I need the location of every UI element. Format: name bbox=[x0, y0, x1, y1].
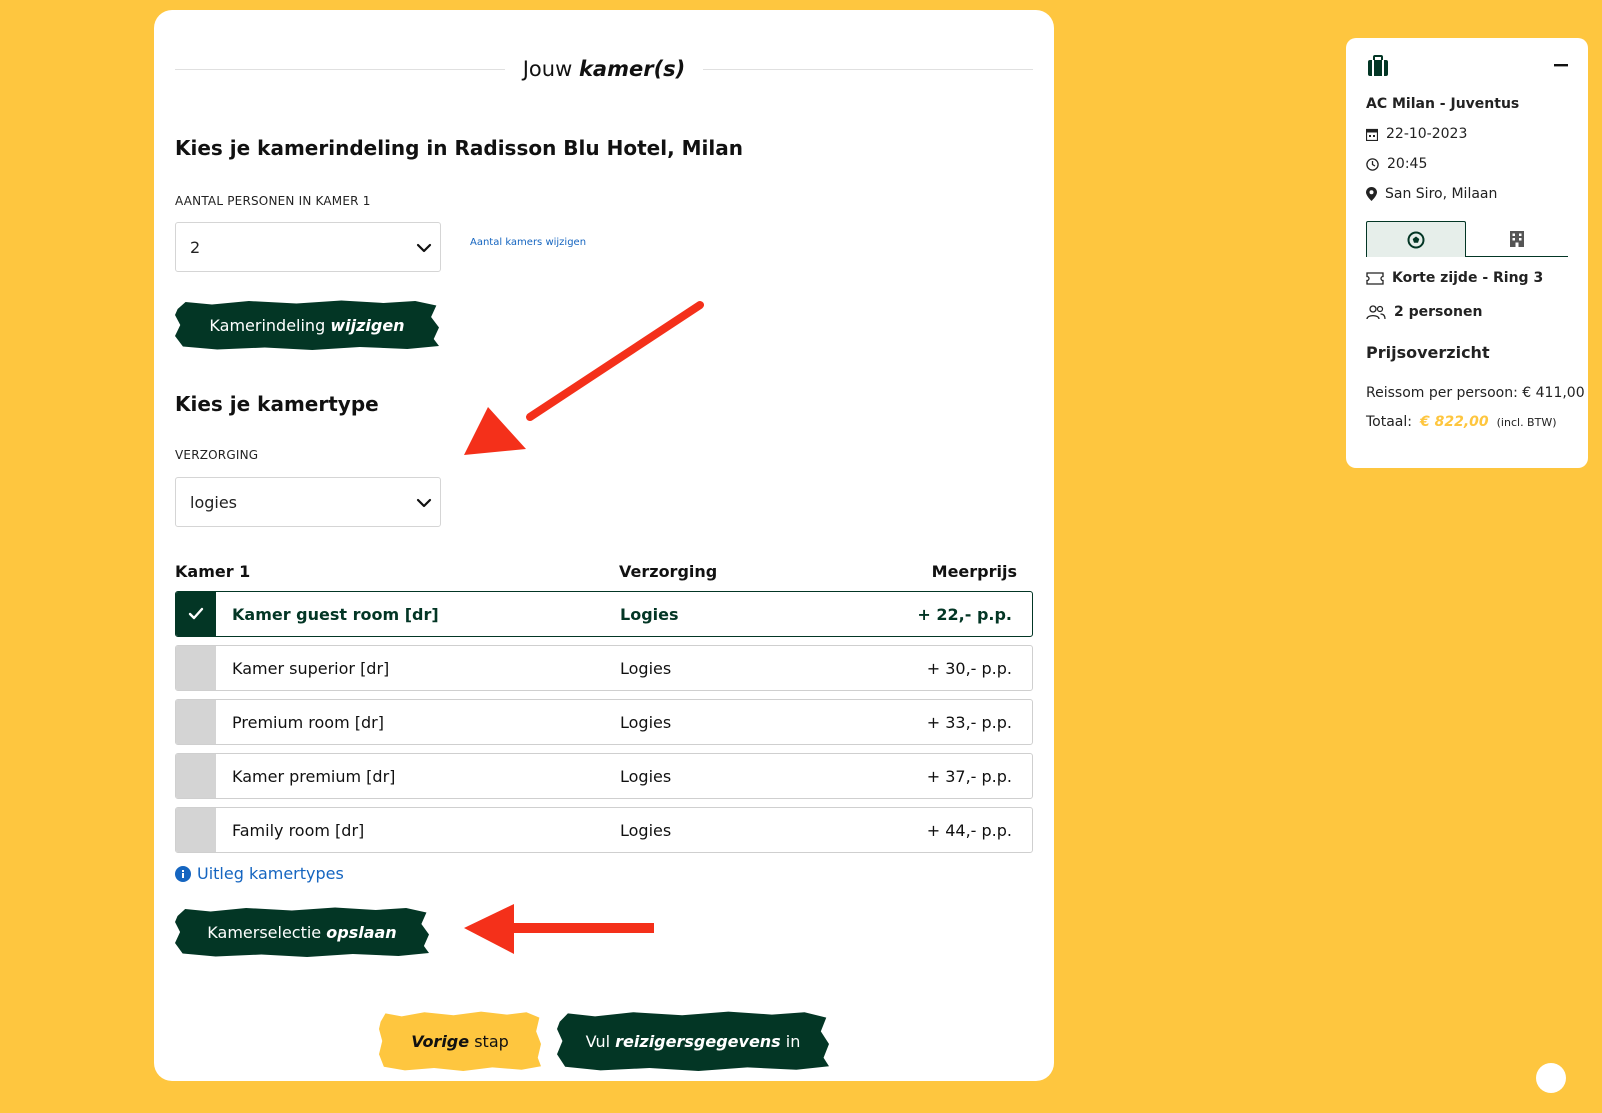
total-value: € 822,00 bbox=[1420, 414, 1489, 430]
summary-tabs bbox=[1366, 221, 1568, 257]
section-title-pre: Jouw bbox=[522, 57, 573, 81]
match-venue: San Siro, Milaan bbox=[1366, 186, 1497, 202]
clock-icon bbox=[1366, 157, 1379, 171]
room-layout-heading: Kies je kamerindeling in Radisson Blu Ho… bbox=[175, 136, 743, 160]
calendar-icon bbox=[1366, 128, 1378, 141]
room-checkbox[interactable] bbox=[176, 754, 216, 798]
room-checkbox[interactable] bbox=[176, 808, 216, 852]
room-selection-card: Jouw kamer(s) Kies je kamerindeling in R… bbox=[154, 10, 1054, 1081]
football-icon bbox=[1407, 231, 1425, 248]
room-name: Kamer superior [dr] bbox=[232, 659, 390, 678]
match-name: AC Milan - Juventus bbox=[1366, 96, 1519, 112]
room-price: + 22,- p.p. bbox=[917, 605, 1012, 624]
total-note: (incl. BTW) bbox=[1496, 415, 1557, 429]
change-layout-em: wijzigen bbox=[330, 315, 405, 335]
next-step-pre: Vul bbox=[585, 1031, 611, 1051]
board-select[interactable]: logies bbox=[175, 477, 441, 527]
price-overview-heading: Prijsoverzicht bbox=[1366, 343, 1490, 362]
room-types-info-text: Uitleg kamertypes bbox=[197, 864, 344, 883]
room-price: + 37,- p.p. bbox=[926, 767, 1012, 786]
match-date-text: 22-10-2023 bbox=[1386, 126, 1468, 142]
title-divider-left bbox=[175, 68, 505, 70]
price-per-person-text: Reissom per persoon: € 411,00 bbox=[1366, 385, 1585, 401]
room-name: Kamer guest room [dr] bbox=[232, 605, 439, 624]
room-board: Logies bbox=[620, 821, 672, 840]
next-step-button[interactable]: Vul reizigersgegevens in bbox=[557, 1011, 829, 1071]
match-date: 22-10-2023 bbox=[1366, 126, 1467, 142]
section-title-em: kamer(s) bbox=[578, 57, 686, 81]
room-checkbox-checked[interactable] bbox=[176, 592, 216, 636]
chevron-down-icon bbox=[416, 243, 432, 253]
persons-label: AANTAL PERSONEN IN KAMER 1 bbox=[175, 194, 371, 208]
next-step-em: reizigersgegevens bbox=[615, 1031, 781, 1051]
room-price: + 30,- p.p. bbox=[926, 659, 1012, 678]
room-price: + 44,- p.p. bbox=[926, 821, 1012, 840]
collapse-icon[interactable] bbox=[1554, 64, 1568, 68]
match-time-text: 20:45 bbox=[1387, 156, 1428, 172]
change-layout-button[interactable]: Kamerindeling wijzigen bbox=[175, 300, 439, 350]
ticket-icon bbox=[1366, 271, 1384, 285]
save-selection-em: opslaan bbox=[326, 922, 397, 942]
room-types-info-link[interactable]: Uitleg kamertypes bbox=[175, 864, 344, 883]
persons-select[interactable]: 2 bbox=[175, 222, 441, 272]
section-title-text: Jouw kamer(s) bbox=[505, 57, 704, 81]
seat-category: Korte zijde - Ring 3 bbox=[1366, 270, 1543, 286]
room-checkbox[interactable] bbox=[176, 700, 216, 744]
header-board: Verzorging bbox=[619, 562, 718, 581]
header-room: Kamer 1 bbox=[175, 562, 251, 581]
room-board: Logies bbox=[620, 767, 672, 786]
previous-step-em: Vorige bbox=[411, 1031, 470, 1051]
section-title: Jouw kamer(s) bbox=[175, 54, 1033, 84]
persons-select-value: 2 bbox=[190, 237, 201, 257]
previous-step-button[interactable]: Vorige stap bbox=[379, 1011, 541, 1071]
suitcase-icon bbox=[1368, 55, 1388, 76]
room-name: Kamer premium [dr] bbox=[232, 767, 396, 786]
match-name-text: AC Milan - Juventus bbox=[1366, 96, 1520, 112]
room-board: Logies bbox=[620, 713, 672, 732]
board-label: VERZORGING bbox=[175, 448, 259, 462]
change-layout-text: Kamerindeling bbox=[209, 315, 326, 335]
room-option-row[interactable]: Kamer premium [dr] Logies + 37,- p.p. bbox=[175, 753, 1033, 799]
persons-count: 2 personen bbox=[1366, 304, 1482, 320]
match-time: 20:45 bbox=[1366, 156, 1427, 172]
header-price: Meerprijs bbox=[931, 562, 1017, 581]
room-option-row[interactable]: Family room [dr] Logies + 44,- p.p. bbox=[175, 807, 1033, 853]
persons-count-text: 2 personen bbox=[1394, 304, 1483, 320]
board-select-value: logies bbox=[190, 492, 238, 512]
save-selection-text: Kamerselectie bbox=[207, 922, 322, 942]
next-step-post: in bbox=[785, 1031, 801, 1051]
room-option-row[interactable]: Premium room [dr] Logies + 33,- p.p. bbox=[175, 699, 1033, 745]
total-price: Totaal: € 822,00 (incl. BTW) bbox=[1366, 414, 1557, 430]
match-venue-text: San Siro, Milaan bbox=[1385, 186, 1498, 202]
booking-summary-card: AC Milan - Juventus 22-10-2023 20:45 San… bbox=[1346, 38, 1588, 468]
room-board: Logies bbox=[620, 605, 679, 624]
title-divider-right bbox=[703, 68, 1033, 70]
previous-step-text: stap bbox=[474, 1031, 509, 1051]
room-price: + 33,- p.p. bbox=[926, 713, 1012, 732]
total-label: Totaal: bbox=[1366, 414, 1412, 430]
seat-category-text: Korte zijde - Ring 3 bbox=[1392, 270, 1544, 286]
hotel-building-icon bbox=[1510, 231, 1524, 247]
room-table-header: Kamer 1 Verzorging Meerprijs bbox=[175, 562, 1033, 582]
save-room-selection-button[interactable]: Kamerselectie opslaan bbox=[175, 907, 429, 957]
room-name: Family room [dr] bbox=[232, 821, 365, 840]
tab-match[interactable] bbox=[1366, 221, 1466, 257]
check-icon bbox=[188, 607, 204, 620]
chat-widget-button[interactable] bbox=[1536, 1063, 1566, 1093]
room-name: Premium room [dr] bbox=[232, 713, 384, 732]
tab-hotel[interactable] bbox=[1467, 221, 1567, 257]
location-pin-icon bbox=[1366, 187, 1377, 201]
roomtype-heading: Kies je kamertype bbox=[175, 392, 379, 416]
price-overview-text: Prijsoverzicht bbox=[1366, 343, 1490, 362]
room-board: Logies bbox=[620, 659, 672, 678]
chevron-down-icon bbox=[416, 498, 432, 508]
room-option-row[interactable]: Kamer superior [dr] Logies + 30,- p.p. bbox=[175, 645, 1033, 691]
info-icon bbox=[175, 865, 191, 882]
room-option-row[interactable]: Kamer guest room [dr] Logies + 22,- p.p. bbox=[175, 591, 1033, 637]
price-per-person: Reissom per persoon: € 411,00 bbox=[1366, 385, 1585, 401]
room-checkbox[interactable] bbox=[176, 646, 216, 690]
change-room-count-link[interactable]: Aantal kamers wijzigen bbox=[470, 237, 586, 248]
users-icon bbox=[1366, 304, 1386, 319]
